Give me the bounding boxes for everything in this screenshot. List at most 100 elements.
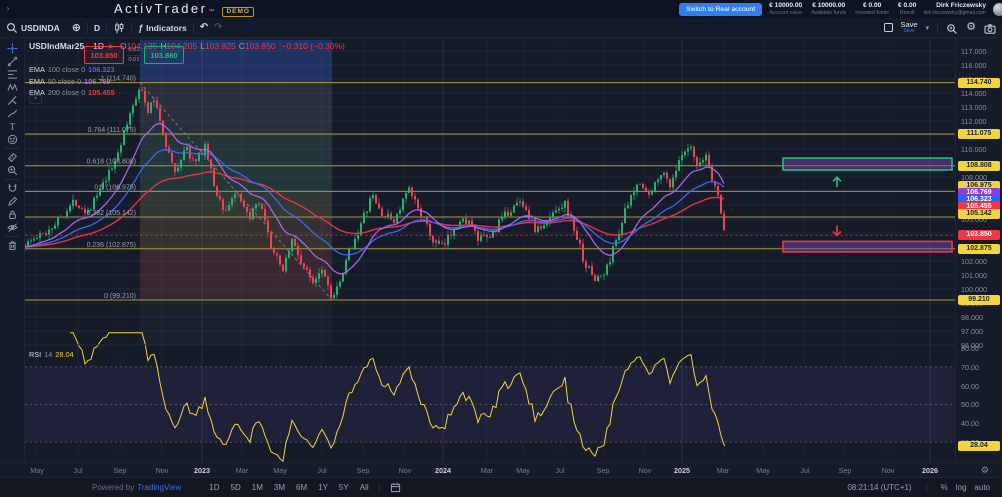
range-button-5Y[interactable]: 5Y [339,483,349,492]
search-icon [6,22,18,34]
crosshair-tool-active[interactable] [3,42,22,55]
activtrader-app: › ActivTrader ™ DEMO Switch to Real acco… [0,0,1002,497]
delete-tool[interactable] [3,239,22,252]
tradingview-link[interactable]: TradingView [137,483,181,492]
avatar[interactable] [993,3,1002,16]
ohlc-value: 103.825 [205,41,236,51]
camera-icon[interactable] [984,22,996,34]
lock-tool[interactable] [3,208,22,221]
range-button-1M[interactable]: 1M [252,483,263,492]
clock[interactable]: 08:21:14 (UTC+1) [843,483,915,492]
settings-gear-icon[interactable]: ⚙ [966,22,976,33]
legend-symbol: USDIndMar25 [29,41,84,51]
rsi-axis-label: 60.00 [961,382,979,391]
auto-scale-button[interactable]: auto [970,483,994,492]
range-button-5D[interactable]: 5D [231,483,241,492]
forecast-tool[interactable] [3,94,22,107]
ema-legend-row[interactable]: EMA100 close 0106.323 [29,65,115,74]
trademark: ™ [208,9,214,15]
range-button-3M[interactable]: 3M [274,483,285,492]
rsi-axis-label: 70.00 [961,363,979,372]
redo-button[interactable]: ↷ [214,18,228,37]
percent-scale-button[interactable]: % [937,483,952,492]
svg-text:0 (99.210): 0 (99.210) [104,293,136,300]
undo-button[interactable]: ↶ [194,18,214,37]
tool-group-divider [5,179,20,180]
buy-button[interactable]: 103.860 [144,46,184,64]
layout-icon[interactable] [884,23,893,32]
time-axis[interactable]: ⚙ MayJulSepNov2023MarMayJulSepNov2024Mar… [0,462,1002,477]
edit-tool[interactable] [3,195,22,208]
calendar-icon[interactable] [390,482,401,493]
quick-search-icon[interactable] [946,22,958,34]
time-tick-2025: 2025 [674,466,690,475]
time-tick-Jul: Jul [555,466,564,475]
compare-button[interactable]: ⊕ [66,18,87,37]
price-axis-label: 114.000 [961,89,986,98]
price-axis-label: 113.000 [961,103,986,112]
tool-group-divider [5,236,20,237]
ema-legend-row[interactable]: EMA50 close 0106.769 [29,77,115,86]
svg-text:0.382 (105.142): 0.382 (105.142) [87,210,136,217]
zoom-in-tool[interactable] [3,164,22,177]
text-tool[interactable]: T [3,120,22,133]
drawing-toolbar: T [0,38,25,477]
emoji-tool[interactable] [3,133,22,146]
user-email: dirk.friczewsky@gmail.com [923,10,986,16]
interval-button[interactable]: D [88,18,106,37]
time-tick-May: May [756,466,770,475]
time-tick-Mar: Mar [236,466,248,475]
symbol-legend: USDIndMar25 · 1D O104.135H104.205L103.82… [29,41,345,51]
time-tick-2024: 2024 [435,466,451,475]
range-button-All[interactable]: All [360,483,369,492]
time-tick-Jul: Jul [317,466,326,475]
bottom-bar: Powered by TradingView 1D 5D 1M 3M 6M 1Y 5Y All… [0,477,1002,497]
time-tick-Sep: Sep [357,466,370,475]
brush-tool[interactable] [3,107,22,120]
indicator-legend: EMA100 close 0106.323 EMA50 close 0106.76… [29,65,115,97]
axis-settings-gear-icon[interactable]: ⚙ [981,465,989,476]
price-tag-28.04: 28.04 [958,441,1000,451]
time-tick-May: May [273,466,287,475]
time-tick-Nov: Nov [882,466,895,475]
powered-by-label: Powered by [92,483,134,492]
user-info[interactable]: Dirk Friczewsky dirk.friczewsky@gmail.co… [923,2,986,16]
switch-to-real-button[interactable]: Switch to Real account [679,3,762,16]
magnet-tool[interactable] [3,182,22,195]
price-tag-99.210: 99.210 [958,295,1000,305]
price-axis[interactable]: 117.000116.000115.000114.000113.000112.0… [955,38,1002,462]
svg-text:0.236 (102.875): 0.236 (102.875) [87,242,136,249]
hide-tool[interactable] [3,221,22,234]
range-button-1D[interactable]: 1D [209,483,219,492]
symbol-search[interactable]: USDINDA [0,18,66,37]
collapse-legend-button[interactable]: ^ [29,95,42,104]
measure-tool[interactable] [3,151,22,164]
time-tick-Jul: Jul [800,466,809,475]
rsi-axis-label: 40.00 [961,419,979,428]
save-button[interactable]: Save Save [901,21,918,35]
sidebar-expand-icon[interactable]: › [2,3,14,15]
spread: 0.01 0.01 [124,46,144,64]
trend-line-tool[interactable] [3,55,22,68]
fib-retracement-tool[interactable] [3,68,22,81]
chevron-down-icon[interactable]: ▾ [926,24,930,32]
range-button-1Y[interactable]: 1Y [318,483,328,492]
axis-controls: 08:21:14 (UTC+1) % log auto [843,483,1002,493]
range-button-6M[interactable]: 6M [296,483,307,492]
chart-style-button[interactable] [107,18,131,37]
svg-text:0.5 (106.975): 0.5 (106.975) [94,184,136,191]
sell-button[interactable]: 103.850 [84,46,124,64]
xabcd-pattern-tool[interactable] [3,81,22,94]
bottom-divider [379,483,380,493]
account-stat: € 10000.00Available funds [811,2,846,16]
log-scale-button[interactable]: log [952,483,971,492]
price-axis-label: 112.000 [961,117,986,126]
price-tag-105.142: 105.142 [958,209,1000,219]
price-tag-102.875: 102.875 [958,244,1000,254]
price-axis-label: 110.000 [961,145,986,154]
indicators-button[interactable]: ƒ Indicators [132,18,193,37]
tool-group-divider [5,148,20,149]
chart-canvas[interactable]: 1 (114.740)0.764 (111.075)0.618 (108.808… [25,38,955,462]
time-tick-Nov: Nov [639,466,652,475]
chart-toolbar: USDINDA ⊕ D ƒ Indicators ↶ ↷ Save Save ▾ [0,18,1002,38]
